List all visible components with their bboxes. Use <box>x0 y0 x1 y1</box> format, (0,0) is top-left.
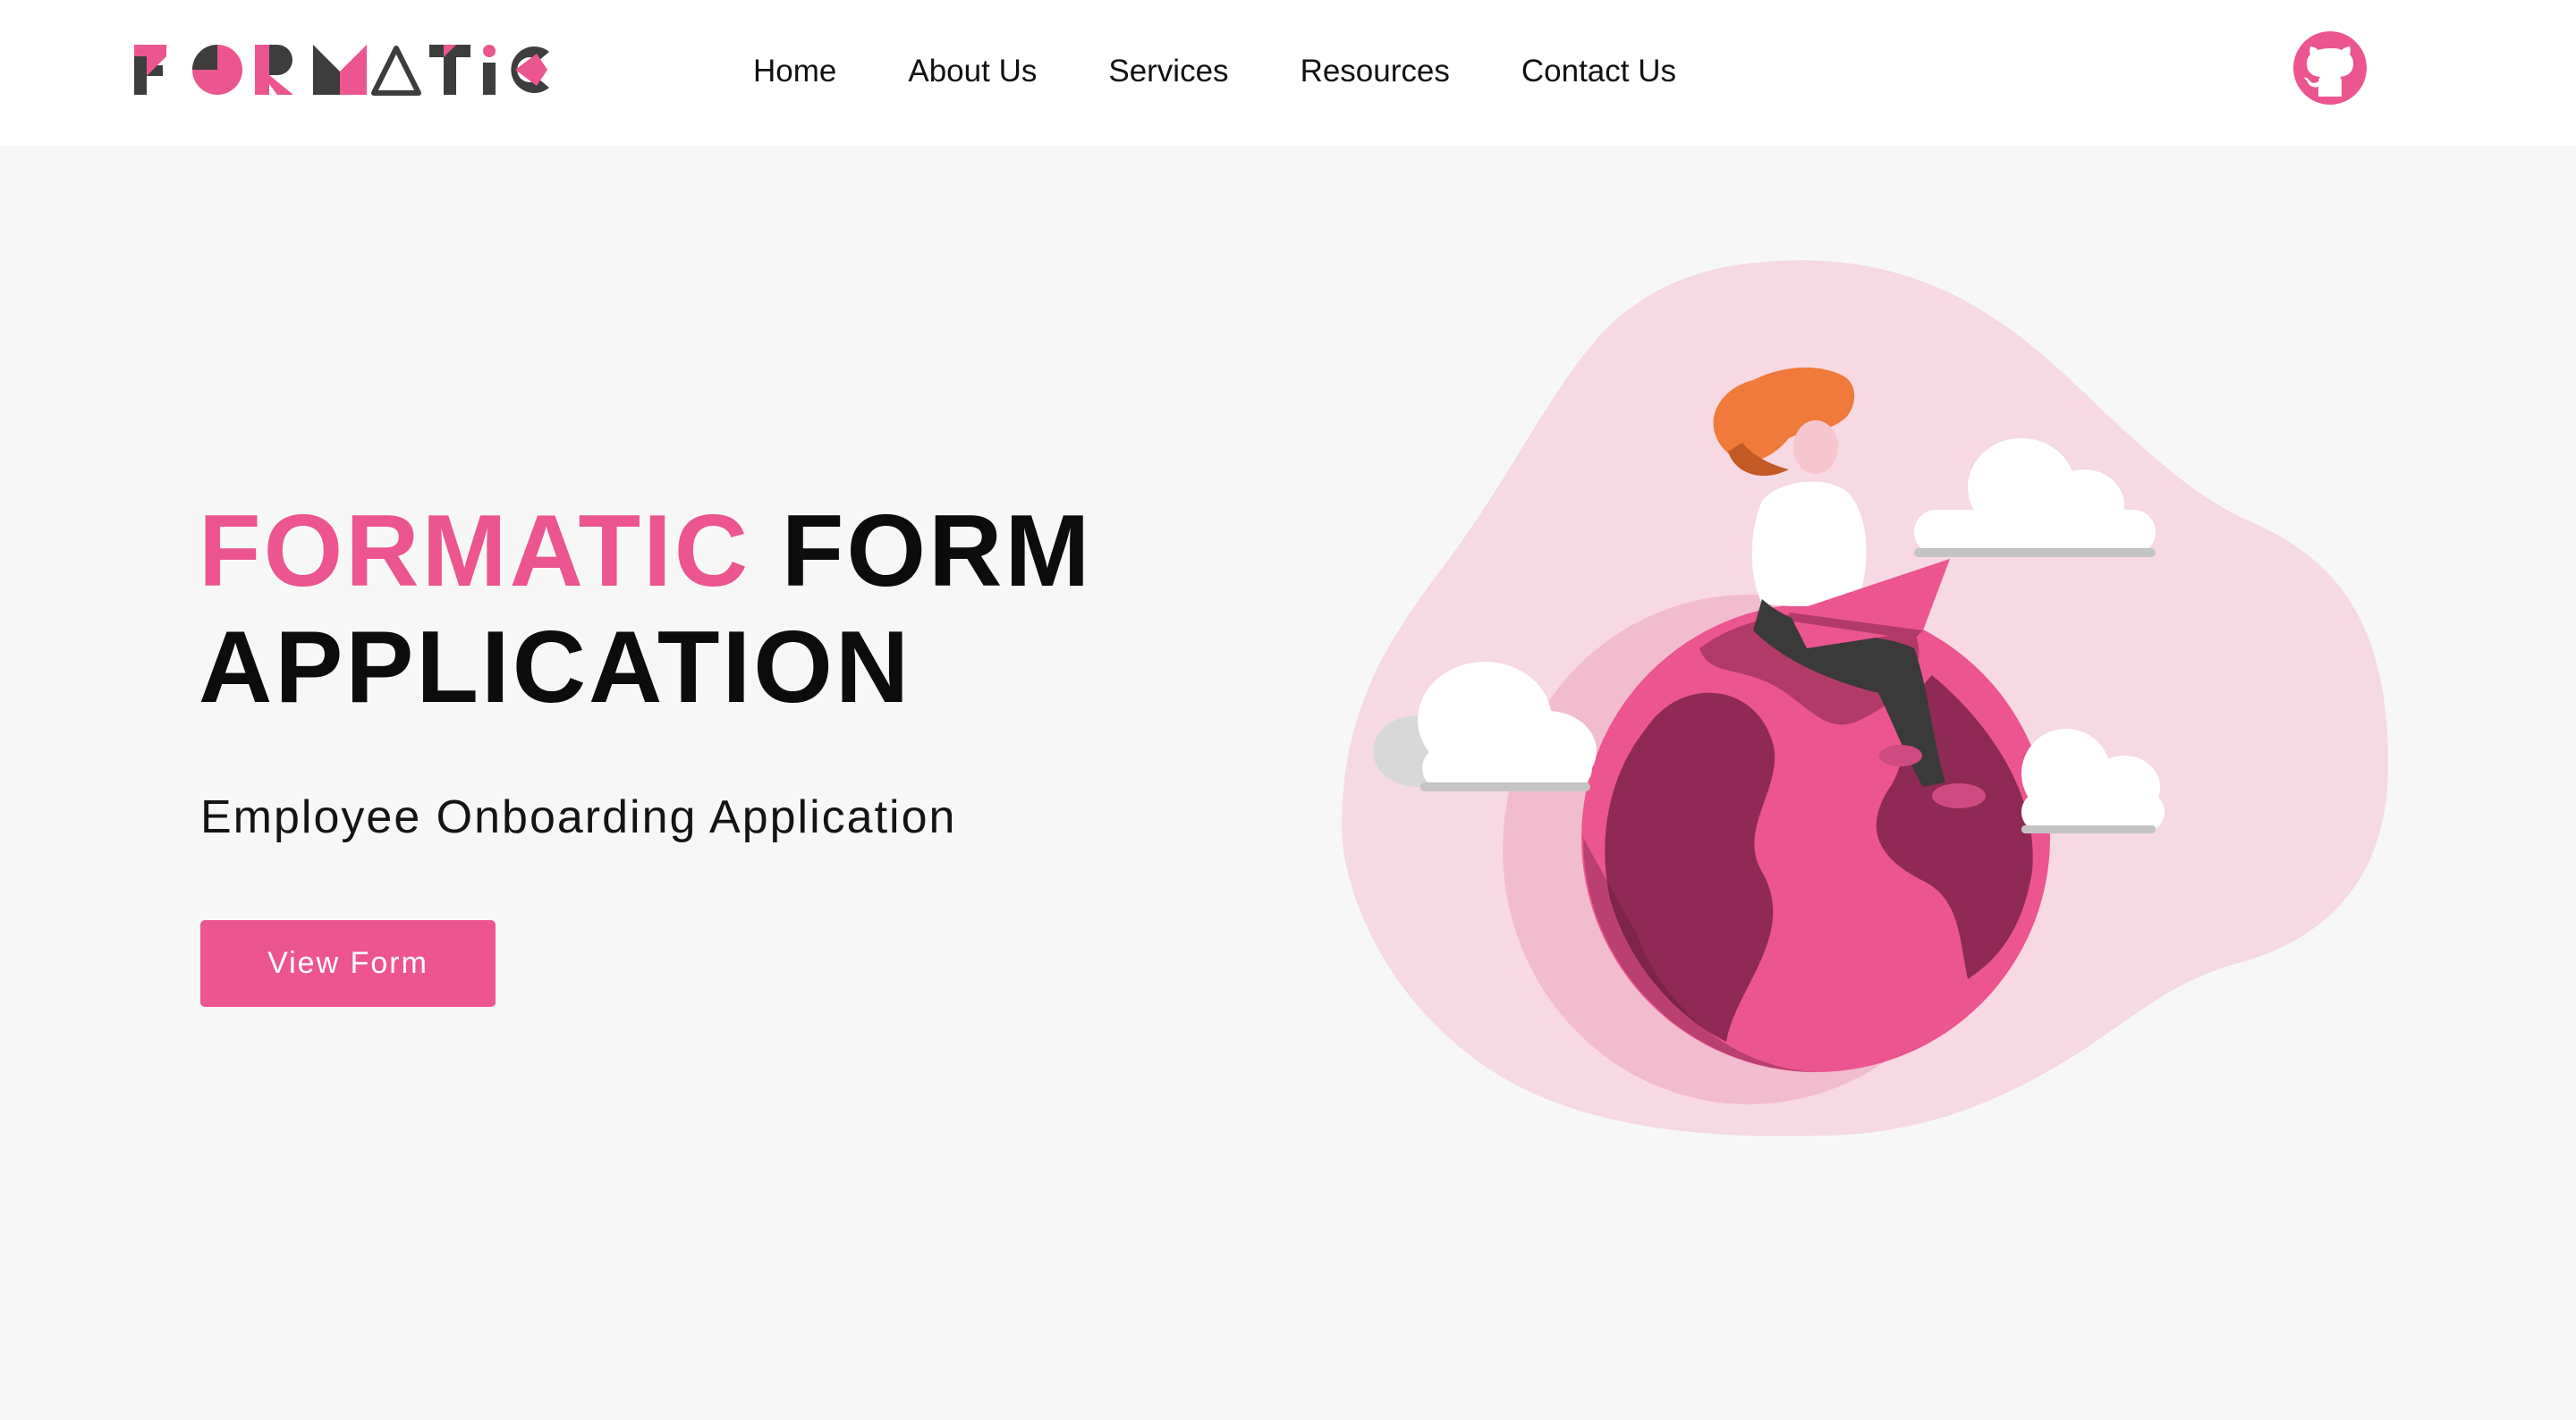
formatic-logo[interactable] <box>134 43 549 98</box>
formatic-logo-mark <box>134 45 549 96</box>
hero-title-line2: APPLICATION <box>199 611 912 724</box>
woman-shirt <box>1751 481 1867 606</box>
nav-item-about-us[interactable]: About Us <box>908 54 1037 89</box>
hero-illustration <box>1342 260 2388 1137</box>
site-header: Home About Us Services Resources Contact… <box>0 0 2576 146</box>
github-icon-graphic <box>2293 31 2367 105</box>
woman-face <box>1793 420 1838 474</box>
hero-title-accent: FORMATIC <box>199 494 751 608</box>
woman-shoe <box>1932 783 1986 808</box>
github-icon[interactable] <box>2293 31 2367 105</box>
nav-item-home[interactable]: Home <box>753 54 836 89</box>
hero-title: FORMATIC FORM APPLICATION <box>199 494 1272 726</box>
nav-item-resources[interactable]: Resources <box>1301 54 1450 89</box>
nav-item-contact-us[interactable]: Contact Us <box>1521 54 1676 89</box>
main-nav: Home About Us Services Resources Contact… <box>753 46 1676 97</box>
hero-subtitle: Employee Onboarding Application <box>200 791 957 843</box>
nav-item-services[interactable]: Services <box>1108 54 1228 89</box>
hero-title-rest: FORM <box>781 494 1093 608</box>
view-form-button[interactable]: View Form <box>200 920 496 1007</box>
